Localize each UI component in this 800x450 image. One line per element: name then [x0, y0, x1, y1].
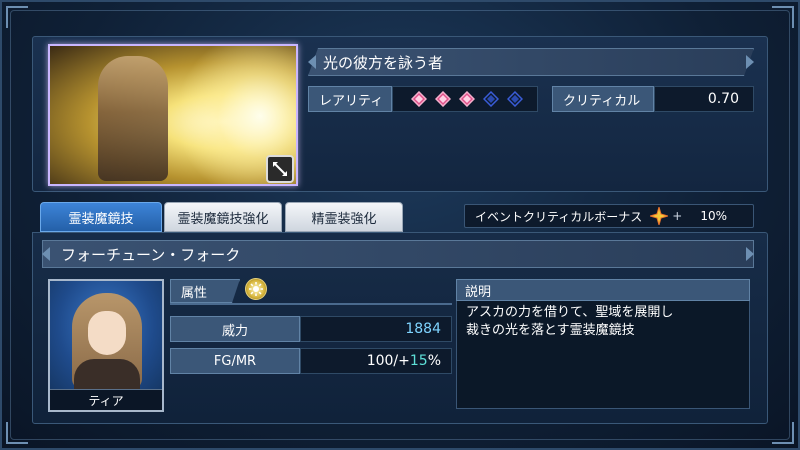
description-text: アスカの力を借りて、聖域を展開し 裁きの光を落とす霊装魔鏡技	[466, 305, 674, 338]
rarity-gem-icon	[435, 91, 451, 107]
chevron-left-icon	[308, 55, 316, 69]
attribute-label: 属性	[170, 279, 240, 303]
rarity-gem-icon	[483, 91, 499, 107]
chevron-left-icon	[42, 247, 50, 261]
rarity-gem-icon	[459, 91, 475, 107]
sun-icon	[249, 282, 263, 296]
character-portrait[interactable]: ティア	[48, 279, 164, 412]
expand-button[interactable]	[266, 155, 294, 183]
skill-name: フォーチューン・フォーク	[61, 245, 241, 264]
character-figure	[98, 56, 168, 181]
portrait-face	[88, 311, 126, 355]
event-critical-bonus: イベントクリティカルボーナス + 10%	[464, 204, 754, 228]
rarity-gem-icon	[507, 91, 523, 107]
fgmr-value: 100/+ 15%	[300, 348, 452, 374]
event-bonus-label: イベントクリティカルボーナス	[475, 209, 643, 224]
character-name: ティア	[50, 389, 162, 410]
fgmr-unit: %	[427, 353, 441, 369]
tab-skill-enhance[interactable]: 霊装魔鏡技強化	[164, 202, 282, 232]
critical-value: 0.70	[654, 86, 754, 112]
fgmr-bonus: 15	[409, 353, 428, 369]
frame-corner-ornament	[6, 422, 28, 444]
skill-name-bar: フォーチューン・フォーク	[42, 240, 754, 268]
expand-arrows-icon	[273, 162, 287, 176]
chevron-right-icon	[746, 247, 754, 261]
fgmr-label: FG/MR	[170, 348, 300, 374]
critical-label: クリティカル	[552, 86, 654, 112]
frame-corner-ornament	[772, 6, 794, 28]
card-title: 光の彼方を詠う者	[323, 53, 444, 72]
card-title-bar: 光の彼方を詠う者	[308, 48, 754, 76]
light-element-icon	[245, 278, 267, 300]
tab-skill[interactable]: 霊装魔鏡技	[40, 202, 162, 232]
chevron-right-icon	[746, 55, 754, 69]
card-artwork[interactable]	[48, 44, 298, 186]
rarity-label: レアリティ	[308, 86, 392, 112]
rarity-gem-icon	[411, 91, 427, 107]
attribute-divider	[170, 303, 452, 305]
portrait-body	[74, 359, 140, 389]
event-bonus-value: 10%	[700, 209, 728, 223]
frame-corner-ornament	[772, 422, 794, 444]
tab-spirit-enhance[interactable]: 精霊装強化	[285, 202, 403, 232]
event-bonus-plus: +	[672, 209, 683, 223]
fgmr-base: 100/+	[366, 353, 410, 369]
frame-corner-ornament	[6, 6, 28, 28]
power-label: 威力	[170, 316, 300, 342]
rarity-gems	[392, 86, 538, 112]
power-value: 1884	[300, 316, 452, 342]
sparkle-icon	[650, 207, 669, 225]
description-header: 説明	[456, 279, 750, 301]
